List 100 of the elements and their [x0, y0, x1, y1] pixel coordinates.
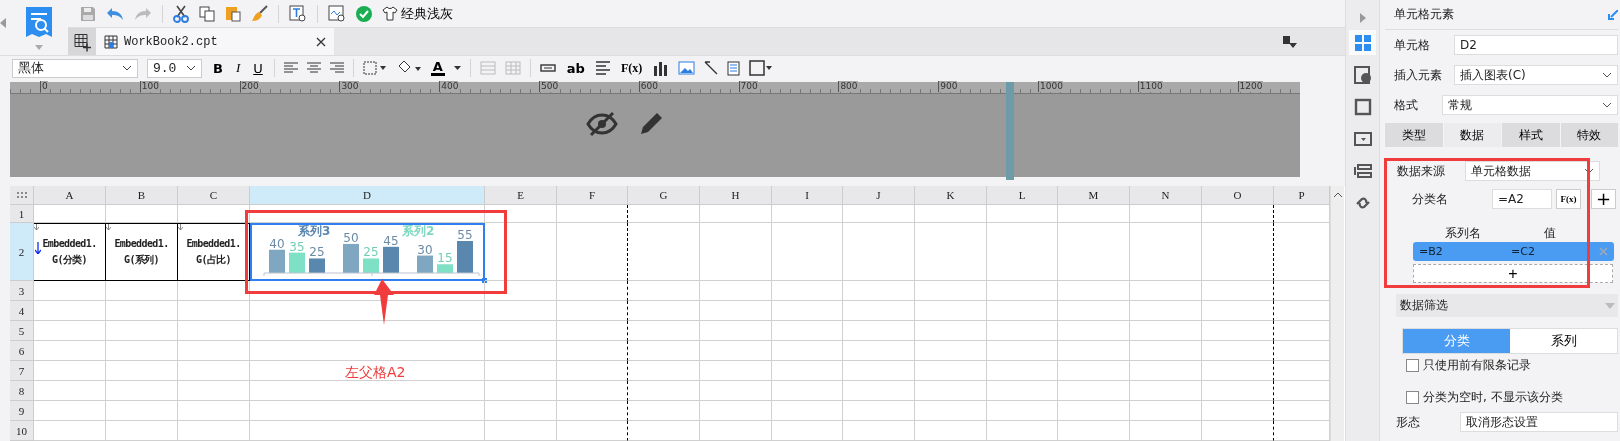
- close-icon[interactable]: [316, 36, 326, 47]
- italic-button[interactable]: I: [233, 60, 243, 77]
- file-tab[interactable]: WorkBook2.cpt: [96, 28, 334, 55]
- column-header[interactable]: N: [1130, 186, 1202, 205]
- panel-tab[interactable]: 特效: [1560, 123, 1618, 147]
- checkbox[interactable]: [1406, 358, 1419, 372]
- formula-button[interactable]: F(x): [1556, 189, 1581, 209]
- column-header[interactable]: P: [1274, 186, 1330, 205]
- table-cell: [178, 381, 250, 401]
- border-icon: [1353, 97, 1372, 116]
- theme-button[interactable]: 经典浅灰: [382, 4, 453, 23]
- cell-field[interactable]: D2: [1454, 35, 1618, 55]
- add-series-button[interactable]: +: [1413, 264, 1613, 283]
- row-header[interactable]: 8: [10, 381, 34, 401]
- collapse-icon[interactable]: [0, 18, 6, 28]
- check-icon[interactable]: [356, 5, 372, 22]
- column-header[interactable]: M: [1058, 186, 1130, 205]
- split-cells-icon[interactable]: [504, 61, 521, 76]
- column-header[interactable]: O: [1202, 186, 1274, 205]
- row-header[interactable]: 9: [10, 401, 34, 421]
- table-cell: [628, 223, 700, 281]
- undo-icon[interactable]: [106, 6, 124, 21]
- merge-cells-icon[interactable]: [479, 61, 496, 76]
- category-field[interactable]: =A2: [1492, 189, 1552, 209]
- format-dropdown[interactable]: 常规: [1442, 95, 1618, 115]
- formula-button[interactable]: F(x): [618, 60, 645, 76]
- column-header[interactable]: L: [987, 186, 1058, 205]
- new-sheet-icon[interactable]: [68, 28, 96, 55]
- cut-icon[interactable]: [173, 4, 189, 23]
- insert-dropdown[interactable]: 插入图表(C): [1454, 65, 1618, 85]
- series-row[interactable]: =B2 =C2: [1413, 242, 1614, 261]
- table-cell: [178, 361, 250, 381]
- table-cell: [700, 301, 772, 321]
- value-label: 15: [437, 251, 453, 266]
- scroll-up-icon[interactable]: [1332, 192, 1343, 198]
- text-field-icon[interactable]: [539, 64, 556, 73]
- row-header[interactable]: 2: [10, 223, 34, 281]
- font-size-dropdown[interactable]: 9.0: [147, 58, 202, 78]
- column-header[interactable]: G: [628, 186, 700, 205]
- shape-dropdown[interactable]: 取消形态设置: [1460, 412, 1618, 432]
- caret-icon[interactable]: [453, 65, 461, 71]
- table-cell: [700, 401, 772, 421]
- row-header[interactable]: 3: [10, 281, 34, 301]
- border-icon[interactable]: [362, 61, 387, 76]
- panel-tab[interactable]: 类型: [1385, 123, 1443, 147]
- row-header[interactable]: 1: [10, 205, 34, 223]
- bar-chart-icon[interactable]: [653, 60, 670, 76]
- side-tab[interactable]: [1349, 30, 1376, 55]
- slash-line-icon[interactable]: [704, 61, 719, 76]
- panel-tab[interactable]: 数据: [1443, 123, 1501, 147]
- align-icon[interactable]: [306, 62, 321, 75]
- panel-tab[interactable]: 样式: [1502, 123, 1560, 147]
- column-header[interactable]: C: [178, 186, 250, 205]
- resize-handle[interactable]: [482, 278, 487, 283]
- text-search-icon[interactable]: [289, 4, 307, 23]
- checkbox[interactable]: [1406, 390, 1419, 404]
- source-dropdown[interactable]: 单元格数据: [1465, 161, 1600, 181]
- row-header[interactable]: 7: [10, 361, 34, 381]
- table-cell: [178, 205, 250, 223]
- column-header[interactable]: B: [106, 186, 178, 205]
- image-icon[interactable]: [678, 61, 696, 76]
- column-header[interactable]: D: [250, 186, 485, 205]
- row-header[interactable]: 10: [10, 421, 34, 441]
- paste-icon[interactable]: [225, 5, 241, 22]
- cell-border-icon[interactable]: [749, 60, 774, 77]
- column-header[interactable]: H: [700, 186, 772, 205]
- row-header[interactable]: 4: [10, 301, 34, 321]
- text-button[interactable]: ab: [564, 60, 587, 76]
- row-header[interactable]: 6: [10, 341, 34, 361]
- hidden-eye-icon[interactable]: [586, 111, 618, 138]
- format-menu-icon[interactable]: [1283, 35, 1297, 48]
- column-header[interactable]: K: [915, 186, 987, 205]
- brush-icon[interactable]: [251, 5, 268, 22]
- bold-button[interactable]: B: [211, 60, 225, 76]
- checkbox-label: 分类为空时, 不显示该分类: [1423, 388, 1563, 406]
- column-header[interactable]: I: [772, 186, 843, 205]
- underline-button[interactable]: U: [251, 60, 265, 76]
- preview-icon[interactable]: [328, 4, 346, 23]
- table-cell: [1202, 421, 1274, 441]
- table-cell: [557, 281, 628, 301]
- column-header[interactable]: J: [843, 186, 915, 205]
- column-header[interactable]: F: [557, 186, 628, 205]
- copy-icon[interactable]: [199, 5, 215, 22]
- select-all-icon[interactable]: [16, 192, 27, 198]
- align-icon[interactable]: [283, 62, 298, 75]
- font-dropdown[interactable]: 黑体: [12, 58, 138, 78]
- font-color-button[interactable]: A: [430, 60, 445, 77]
- table-cell: [106, 205, 178, 223]
- report-logo-icon[interactable]: [26, 5, 52, 39]
- document-icon[interactable]: [727, 60, 741, 76]
- column-header[interactable]: E: [485, 186, 557, 205]
- align-icon[interactable]: [329, 62, 344, 75]
- field-label: 分类名: [1412, 190, 1449, 208]
- add-button[interactable]: +: [1591, 189, 1616, 209]
- pin-icon[interactable]: [1608, 9, 1618, 20]
- paragraph-icon[interactable]: [595, 61, 610, 76]
- expand-icon[interactable]: [1359, 13, 1366, 23]
- row-header[interactable]: 5: [10, 321, 34, 341]
- table-cell: [843, 421, 915, 441]
- column-header[interactable]: A: [34, 186, 106, 205]
